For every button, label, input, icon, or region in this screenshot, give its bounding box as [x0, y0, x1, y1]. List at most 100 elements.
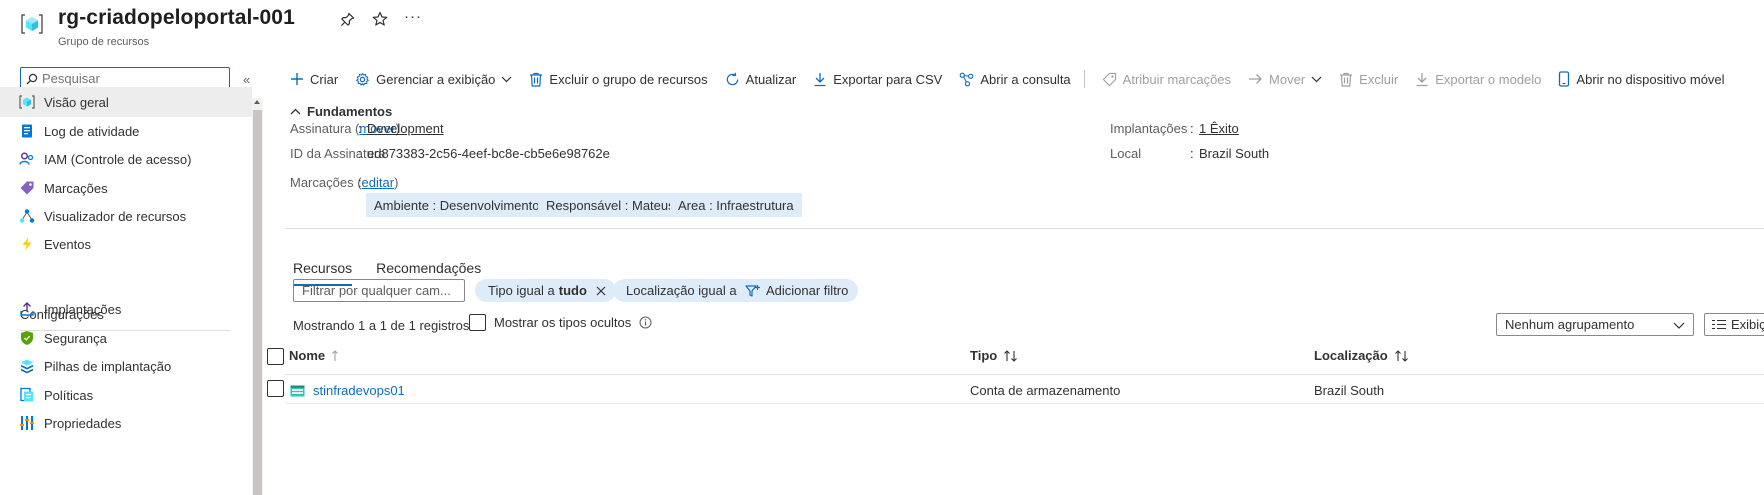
sidebar-item-label: Marcações [44, 180, 108, 196]
page-title: rg-criadopeloportal-001 [58, 6, 295, 29]
resource-group-icon [20, 12, 44, 36]
plus-icon [290, 72, 304, 86]
sort-icon[interactable] [331, 349, 345, 362]
toolbar-separator [1083, 70, 1085, 88]
trash-icon [1339, 72, 1353, 87]
show-hidden-checkbox[interactable] [469, 314, 486, 331]
sidebar-item-activity-log[interactable]: Log de atividade [0, 116, 252, 146]
star-icon[interactable] [372, 11, 388, 27]
assign-tags-button[interactable]: Atribuir marcações [1102, 72, 1231, 87]
scroll-up-arrow-icon[interactable] [254, 100, 260, 104]
table-cell-location: Brazil South [1314, 383, 1385, 398]
sidebar-item-label: Implantações [44, 301, 122, 317]
sidebar-item-resource-visualizer[interactable]: Visualizador de recursos [0, 201, 252, 231]
edit-tags-link[interactable]: editar [362, 175, 395, 190]
sidebar-item-deployment-stacks[interactable]: Pilhas de implantação [0, 351, 252, 381]
colon: : [358, 146, 362, 161]
row-checkbox-wrap[interactable] [267, 380, 284, 397]
sidebar-item-policies[interactable]: Políticas [0, 380, 252, 410]
gear-icon [355, 72, 370, 87]
table-header-divider [285, 374, 1764, 375]
close-icon[interactable] [596, 286, 606, 296]
list-view-dropdown[interactable]: Exibição de lista [1704, 313, 1764, 336]
sidebar-item-label: Segurança [44, 330, 107, 346]
tag-icon [1102, 72, 1117, 87]
table-row-divider [285, 403, 1764, 404]
column-header-name[interactable]: Nome [289, 348, 345, 363]
add-filter-button[interactable]: Adicionar filtro [736, 279, 859, 302]
create-button[interactable]: Criar [290, 72, 338, 87]
sidebar-item-label: Pilhas de implantação [44, 358, 172, 374]
open-query-button[interactable]: Abrir a consulta [959, 72, 1071, 87]
info-icon[interactable] [639, 316, 652, 329]
type-filter-pill[interactable]: Tipo igual a tudo [475, 279, 616, 302]
tags-label: Marcações (editar) [290, 175, 399, 190]
sidebar-item-deployments[interactable]: Implantações [0, 294, 252, 324]
sidebar-item-properties[interactable]: Propriedades [0, 408, 252, 438]
export-csv-button[interactable]: Exportar para CSV [813, 72, 942, 87]
column-header-type[interactable]: Tipo [970, 348, 1018, 363]
sidebar-item-label: Visão geral [44, 94, 109, 110]
pin-icon[interactable] [340, 12, 355, 27]
subscription-id-value: ed873383-2c56-4eef-bc8e-cb5e6e98762e [367, 146, 610, 161]
trash-icon [529, 72, 543, 87]
table-row-name[interactable]: stinfradevops01 [290, 383, 405, 398]
colon: : [358, 121, 362, 136]
select-all-checkbox[interactable] [267, 348, 284, 365]
delete-button[interactable]: Excluir [1339, 72, 1398, 87]
list-view-icon [1711, 319, 1727, 330]
sidebar-item-label: Visualizador de recursos [44, 208, 187, 224]
tag-chip: Area : Infraestrutura [670, 193, 802, 217]
storage-account-icon [290, 385, 305, 397]
sidebar-scrollbar[interactable] [252, 98, 263, 495]
sort-icon[interactable] [1394, 349, 1409, 362]
deployment-stacks-icon [19, 358, 35, 374]
sidebar-item-iam[interactable]: IAM (Controle de acesso) [0, 144, 252, 174]
tag-icon [19, 180, 35, 196]
chevron-up-icon [290, 108, 301, 115]
sidebar-item-label: Políticas [44, 387, 94, 403]
filter-input[interactable]: Filtrar por qualquer cam... [293, 279, 465, 302]
subscription-value-link[interactable]: Development [367, 121, 444, 136]
grouping-dropdown[interactable]: Nenhum agrupamento [1496, 313, 1694, 336]
open-mobile-button[interactable]: Abrir no dispositivo móvel [1558, 71, 1725, 87]
chevron-down-icon [1673, 322, 1685, 329]
refresh-button[interactable]: Atualizar [725, 72, 796, 87]
sidebar-item-tags[interactable]: Marcações [0, 173, 252, 203]
sidebar: « Visão geral Log de atividade IAM (Cont… [0, 60, 263, 495]
overview-icon [19, 94, 35, 110]
more-icon[interactable]: ··· [404, 8, 422, 25]
sort-icon[interactable] [1003, 349, 1018, 362]
sidebar-item-label: Eventos [44, 236, 91, 252]
page-subtitle: Grupo de recursos [58, 36, 150, 48]
show-hidden-types[interactable]: Mostrar os tipos ocultos [469, 314, 652, 331]
delete-resource-group-button[interactable]: Excluir o grupo de recursos [529, 72, 708, 87]
column-header-location[interactable]: Localização [1314, 348, 1409, 363]
chevron-down-icon [501, 76, 512, 83]
sidebar-item-events[interactable]: Eventos [0, 229, 252, 259]
move-button[interactable]: Mover [1248, 72, 1322, 87]
colon: : [358, 175, 362, 190]
policies-icon [19, 387, 35, 403]
sidebar-item-label: Propriedades [44, 415, 122, 431]
sidebar-item-security[interactable]: Segurança [0, 323, 252, 353]
manage-view-button[interactable]: Gerenciar a exibição [355, 72, 512, 87]
colon: : [1190, 121, 1194, 136]
collapse-sidebar-icon[interactable]: « [243, 72, 250, 87]
location-value: Brazil South [1199, 146, 1270, 161]
row-checkbox[interactable] [267, 380, 284, 397]
essentials-toggle[interactable]: Fundamentos [290, 104, 392, 119]
select-all-checkbox-wrap[interactable] [267, 348, 284, 365]
resource-name-link[interactable]: stinfradevops01 [313, 383, 405, 398]
deployments-value-link[interactable]: 1 Êxito [1199, 121, 1239, 136]
search-input[interactable] [42, 71, 222, 86]
colon: : [1190, 146, 1194, 161]
mobile-device-icon [1558, 71, 1570, 87]
sidebar-item-overview[interactable]: Visão geral [0, 87, 252, 117]
refresh-icon [725, 72, 740, 87]
export-template-button[interactable]: Exportar o modelo [1415, 72, 1541, 87]
command-bar: Criar Gerenciar a exibição Excluir o gru… [290, 66, 1742, 92]
properties-icon [19, 415, 35, 431]
scrollbar-thumb[interactable] [253, 110, 262, 495]
sidebar-item-label: Log de atividade [44, 123, 140, 139]
